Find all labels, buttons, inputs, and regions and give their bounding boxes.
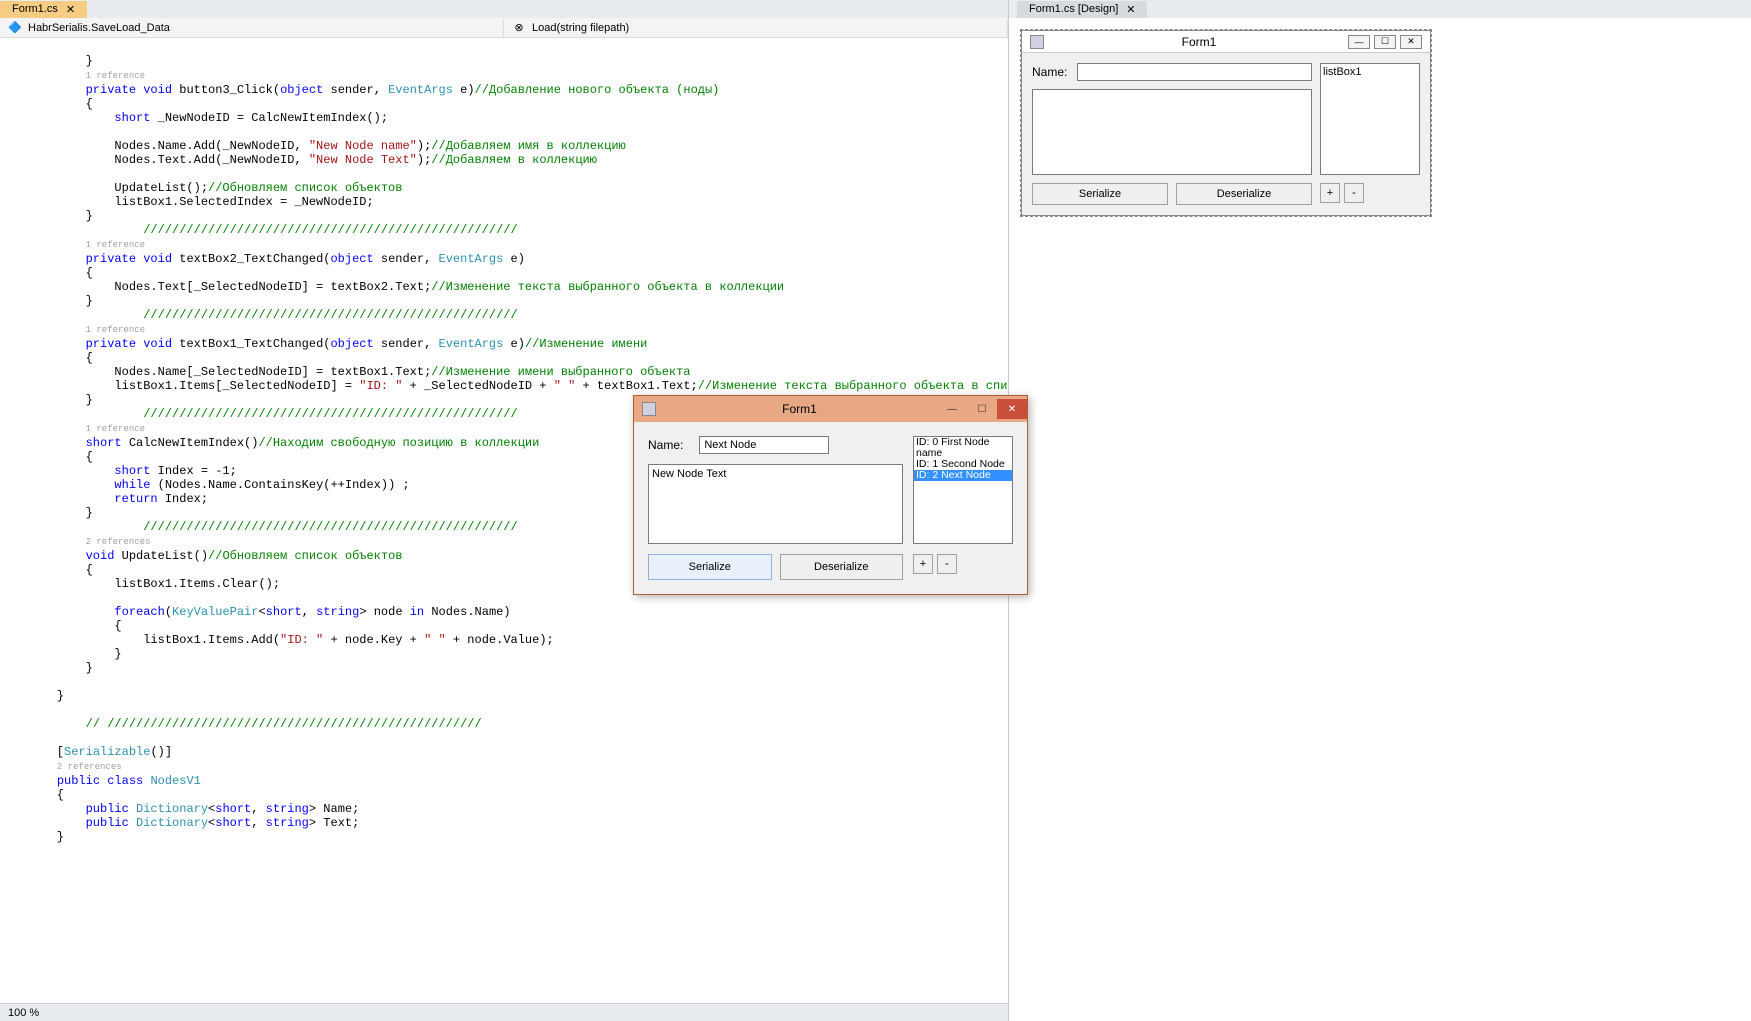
- textbox-multiline[interactable]: New Node Text: [648, 464, 903, 544]
- minimize-icon: —: [1348, 35, 1370, 49]
- tab-form1-design[interactable]: Form1.cs [Design] ✕: [1017, 1, 1147, 18]
- designer-pane: Form1 — ☐ ✕ Name: listBox1 Serialize: [1009, 18, 1751, 1021]
- tab-label: Form1.cs: [12, 3, 58, 15]
- right-tab-strip: Form1.cs [Design] ✕: [1009, 0, 1751, 18]
- name-input[interactable]: [1077, 63, 1312, 81]
- run-title: Form1: [662, 402, 937, 416]
- close-icon: ✕: [1400, 35, 1422, 49]
- list-item[interactable]: ID: 0 First Node name: [914, 437, 1012, 459]
- tab-form1-cs[interactable]: Form1.cs ✕: [0, 1, 87, 18]
- list-item[interactable]: ID: 2 Next Node: [914, 470, 1012, 481]
- remove-button[interactable]: -: [937, 554, 957, 574]
- breadcrumb-class[interactable]: 🔷 HabrSerialis.SaveLoad_Data: [0, 19, 504, 37]
- maximize-icon[interactable]: ☐: [967, 399, 997, 419]
- close-icon[interactable]: ✕: [997, 399, 1027, 419]
- textbox-multiline[interactable]: [1032, 89, 1312, 175]
- form-icon: [642, 402, 656, 416]
- run-titlebar[interactable]: Form1 — ☐ ✕: [634, 396, 1027, 422]
- remove-button[interactable]: -: [1344, 183, 1364, 203]
- deserialize-button[interactable]: Deserialize: [780, 554, 904, 580]
- breadcrumb: 🔷 HabrSerialis.SaveLoad_Data ⊗ Load(stri…: [0, 18, 1008, 38]
- add-button[interactable]: +: [1320, 183, 1340, 203]
- breadcrumb-method[interactable]: ⊗ Load(string filepath): [504, 19, 1008, 37]
- method-icon: ⊗: [512, 21, 526, 35]
- maximize-icon: ☐: [1374, 35, 1396, 49]
- status-bar: 100 %: [0, 1003, 1008, 1021]
- close-icon[interactable]: ✕: [1126, 3, 1135, 16]
- zoom-level: 100 %: [8, 1007, 39, 1019]
- form-title: Form1: [1050, 35, 1348, 49]
- breadcrumb-label: Load(string filepath): [532, 22, 629, 34]
- listbox1[interactable]: ID: 0 First Node name ID: 1 Second Node …: [913, 436, 1013, 544]
- class-icon: 🔷: [8, 21, 22, 35]
- add-button[interactable]: +: [913, 554, 933, 574]
- minimize-icon[interactable]: —: [937, 399, 967, 419]
- listbox-placeholder: listBox1: [1323, 66, 1362, 78]
- deserialize-button[interactable]: Deserialize: [1176, 183, 1312, 205]
- form-icon: [1030, 35, 1044, 49]
- tab-label: Form1.cs [Design]: [1029, 3, 1118, 15]
- left-tab-strip: Form1.cs ✕: [0, 0, 1009, 18]
- designer-form[interactable]: Form1 — ☐ ✕ Name: listBox1 Serialize: [1021, 30, 1431, 216]
- name-label: Name:: [1032, 65, 1067, 79]
- close-icon[interactable]: ✕: [66, 3, 75, 16]
- running-form-window[interactable]: Form1 — ☐ ✕ Name: ID: 0 First Node name …: [633, 395, 1028, 595]
- name-input[interactable]: [699, 436, 829, 454]
- listbox1[interactable]: listBox1: [1320, 63, 1420, 175]
- serialize-button[interactable]: Serialize: [648, 554, 772, 580]
- name-label: Name:: [648, 438, 683, 452]
- designer-titlebar: Form1 — ☐ ✕: [1022, 31, 1430, 53]
- serialize-button[interactable]: Serialize: [1032, 183, 1168, 205]
- breadcrumb-label: HabrSerialis.SaveLoad_Data: [28, 22, 170, 34]
